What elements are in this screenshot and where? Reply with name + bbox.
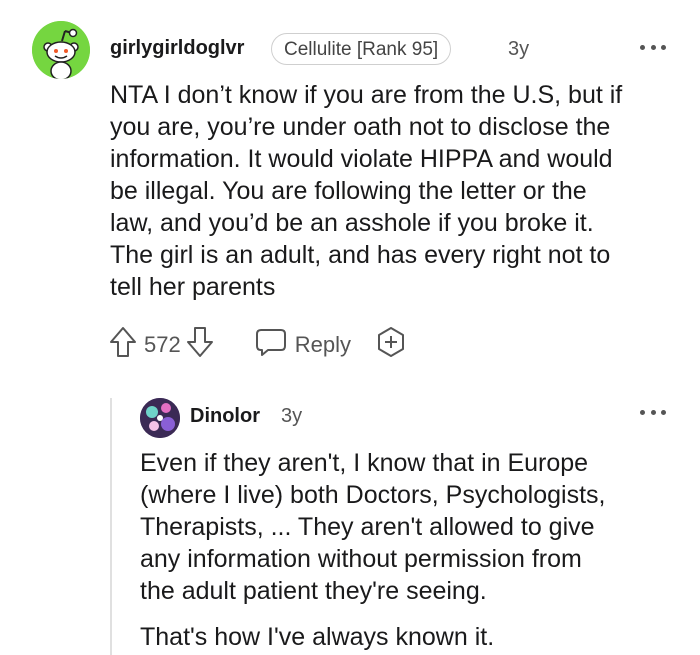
comment-line: the adult patient they're seeing. — [140, 577, 487, 605]
comment-author[interactable]: Dinolor — [190, 405, 260, 428]
comment-line: any information without permission from — [140, 545, 582, 573]
comment-paragraph: That's how I've always known it. — [140, 623, 495, 651]
comment-dinolor: Dinolor 3y Even if they aren't, I know t… — [0, 0, 700, 655]
comment-age: 3y — [281, 405, 303, 427]
comment-line: Even if they aren't, I know that in Euro… — [140, 449, 589, 477]
comment-line: (where I live) both Doctors, Psychologis… — [140, 481, 606, 509]
more-options-icon[interactable] — [640, 405, 666, 419]
dino-icon — [140, 398, 180, 438]
dino-avatar[interactable] — [140, 398, 180, 438]
comment-paragraph: Even if they aren't, I know that in Euro… — [140, 447, 660, 607]
comment-line: Therapists, ... They aren't allowed to g… — [140, 513, 595, 541]
comment-body: Even if they aren't, I know that in Euro… — [140, 447, 660, 653]
